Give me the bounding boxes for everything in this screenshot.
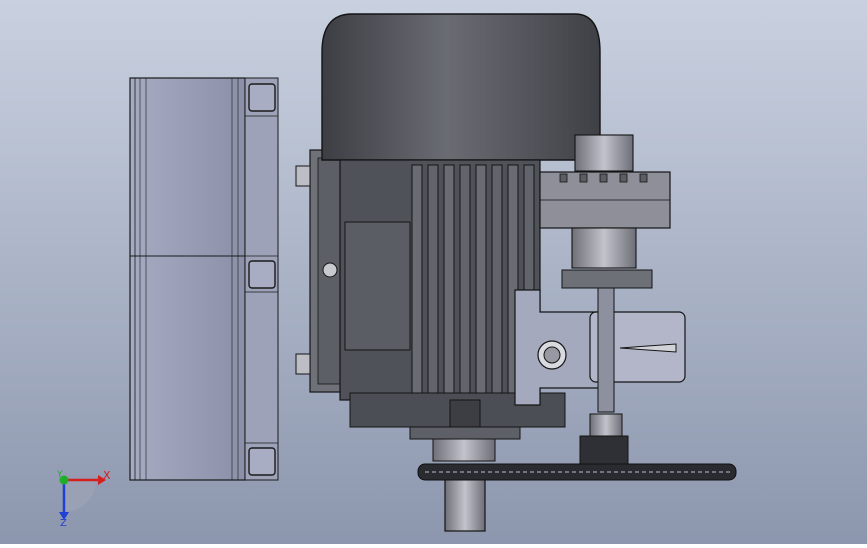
chain-sprocket[interactable] [417,463,737,481]
z-axis-label: Z [60,518,67,529]
x-axis-label: X [103,469,111,482]
cad-viewport[interactable]: X Y Z [0,0,867,544]
guard-plate[interactable] [129,77,279,481]
motor-fan-cover[interactable] [321,13,601,161]
model-canvas[interactable]: X Y Z [0,0,867,544]
y-axis-label: Y [56,470,63,480]
